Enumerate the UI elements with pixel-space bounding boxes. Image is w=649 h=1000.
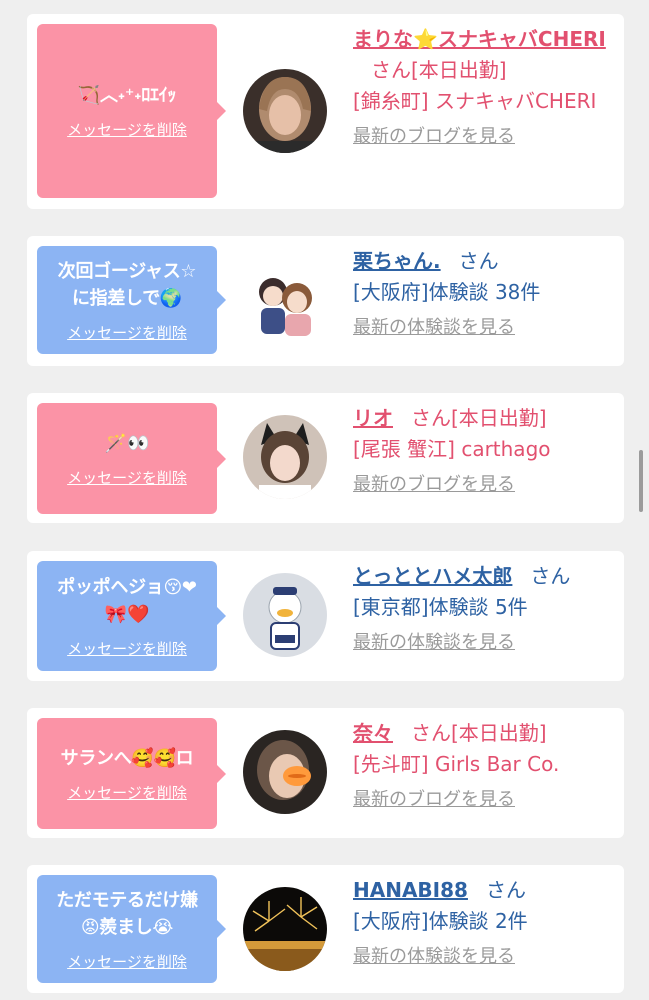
couple-illustration-icon [243,258,327,342]
latest-link[interactable]: 最新の体験談を見る [353,312,615,343]
message-card: 🏹︿˖⁺˖ﾛｴｲｯ メッセージを削除 まりな⭐スナキャバCHERI さん[本日出勤… [27,14,624,209]
profile-info: 奈々 さん[本日出勤] [先斗町] Girls Bar Co. 最新のブログを見る [353,718,615,815]
latest-link[interactable]: 最新のブログを見る [353,121,615,152]
message-bubble: 次回ゴージャス☆ に指差しで🌍 メッセージを削除 [37,246,226,354]
avatar[interactable] [243,730,327,814]
profile-name-link[interactable]: 栗ちゃん. [353,249,441,273]
profile-name-link[interactable]: HANABI88 [353,878,468,902]
message-text: ポッポヘジョ😚❤ 🎀❤️ [57,576,197,625]
name-suffix: さん[本日出勤] [411,406,547,430]
woman-lips-photo-icon [243,730,327,814]
profile-detail: [錦糸町] スナキャバCHERI [353,89,597,113]
message-bubble: サランへ🥰🥰ロ メッセージを削除 [37,718,226,829]
latest-link[interactable]: 最新のブログを見る [353,784,615,815]
profile-name-link[interactable]: リオ [353,406,393,430]
message-text: 🪄👀 [104,432,150,454]
duck-mascot-icon [243,573,327,657]
name-suffix: さん[本日出勤] [371,58,507,82]
fireworks-photo-icon [243,887,327,971]
delete-message-link[interactable]: メッセージを削除 [67,467,187,488]
profile-detail: [東京都]体験談 5件 [353,595,528,619]
message-card: ポッポヘジョ😚❤ 🎀❤️ メッセージを削除 とっととハメ太郎 さん [東京都]体験… [27,551,624,681]
cat-ears-girl-photo-icon [243,415,327,499]
avatar[interactable] [243,887,327,971]
latest-link[interactable]: 最新のブログを見る [353,469,615,500]
avatar[interactable] [243,258,327,342]
profile-detail: [大阪府]体験談 38件 [353,280,541,304]
delete-message-link[interactable]: メッセージを削除 [67,322,187,343]
message-text: ただモテるだけ嫌 😡羨まし😭 [56,889,198,938]
avatar[interactable] [243,415,327,499]
profile-detail: [尾張 蟹江] carthago [353,437,551,461]
avatar[interactable] [243,69,327,153]
name-suffix: さん[本日出勤] [411,721,547,745]
name-suffix: さん [530,564,571,588]
scrollbar[interactable] [639,450,643,512]
message-bubble: ポッポヘジョ😚❤ 🎀❤️ メッセージを削除 [37,561,226,671]
profile-detail: [先斗町] Girls Bar Co. [353,752,560,776]
profile-detail: [大阪府]体験談 2件 [353,909,528,933]
profile-info: HANABI88 さん [大阪府]体験談 2件 最新の体験談を見る [353,875,615,972]
message-card: ただモテるだけ嫌 😡羨まし😭 メッセージを削除 HANABI88 さん [大阪府]… [27,865,624,993]
profile-info: とっととハメ太郎 さん [東京都]体験談 5件 最新の体験談を見る [353,561,615,658]
delete-message-link[interactable]: メッセージを削除 [67,782,187,803]
message-text: 次回ゴージャス☆ に指差しで🌍 [57,260,197,309]
profile-name-link[interactable]: 奈々 [353,721,393,745]
delete-message-link[interactable]: メッセージを削除 [67,638,187,659]
profile-name-link[interactable]: まりな⭐スナキャバCHERI [353,27,606,51]
latest-link[interactable]: 最新の体験談を見る [353,941,615,972]
delete-message-link[interactable]: メッセージを削除 [67,119,187,140]
profile-info: まりな⭐スナキャバCHERIさん[本日出勤] [錦糸町] スナキャバCHERI … [353,24,615,152]
avatar[interactable] [243,573,327,657]
woman-photo-icon [243,69,327,153]
profile-info: リオ さん[本日出勤] [尾張 蟹江] carthago 最新のブログを見る [353,403,615,500]
message-card: 次回ゴージャス☆ に指差しで🌍 メッセージを削除 栗ちゃん. さん [大阪府]体験… [27,236,624,366]
message-bubble: 🏹︿˖⁺˖ﾛｴｲｯ メッセージを削除 [37,24,226,198]
message-card: サランへ🥰🥰ロ メッセージを削除 奈々 さん[本日出勤] [先斗町] Girls … [27,708,624,838]
latest-link[interactable]: 最新の体験談を見る [353,627,615,658]
delete-message-link[interactable]: メッセージを削除 [67,951,187,972]
message-text: 🏹︿˖⁺˖ﾛｴｲｯ [77,85,177,106]
name-suffix: さん [458,249,499,273]
message-bubble: ただモテるだけ嫌 😡羨まし😭 メッセージを削除 [37,875,226,983]
message-bubble: 🪄👀 メッセージを削除 [37,403,226,514]
profile-info: 栗ちゃん. さん [大阪府]体験談 38件 最新の体験談を見る [353,246,615,343]
profile-name-link[interactable]: とっととハメ太郎 [353,564,512,588]
name-suffix: さん [485,878,526,902]
message-card: 🪄👀 メッセージを削除 リオ さん[本日出勤] [尾張 蟹江] carthago … [27,393,624,523]
message-text: サランへ🥰🥰ロ [60,747,194,769]
